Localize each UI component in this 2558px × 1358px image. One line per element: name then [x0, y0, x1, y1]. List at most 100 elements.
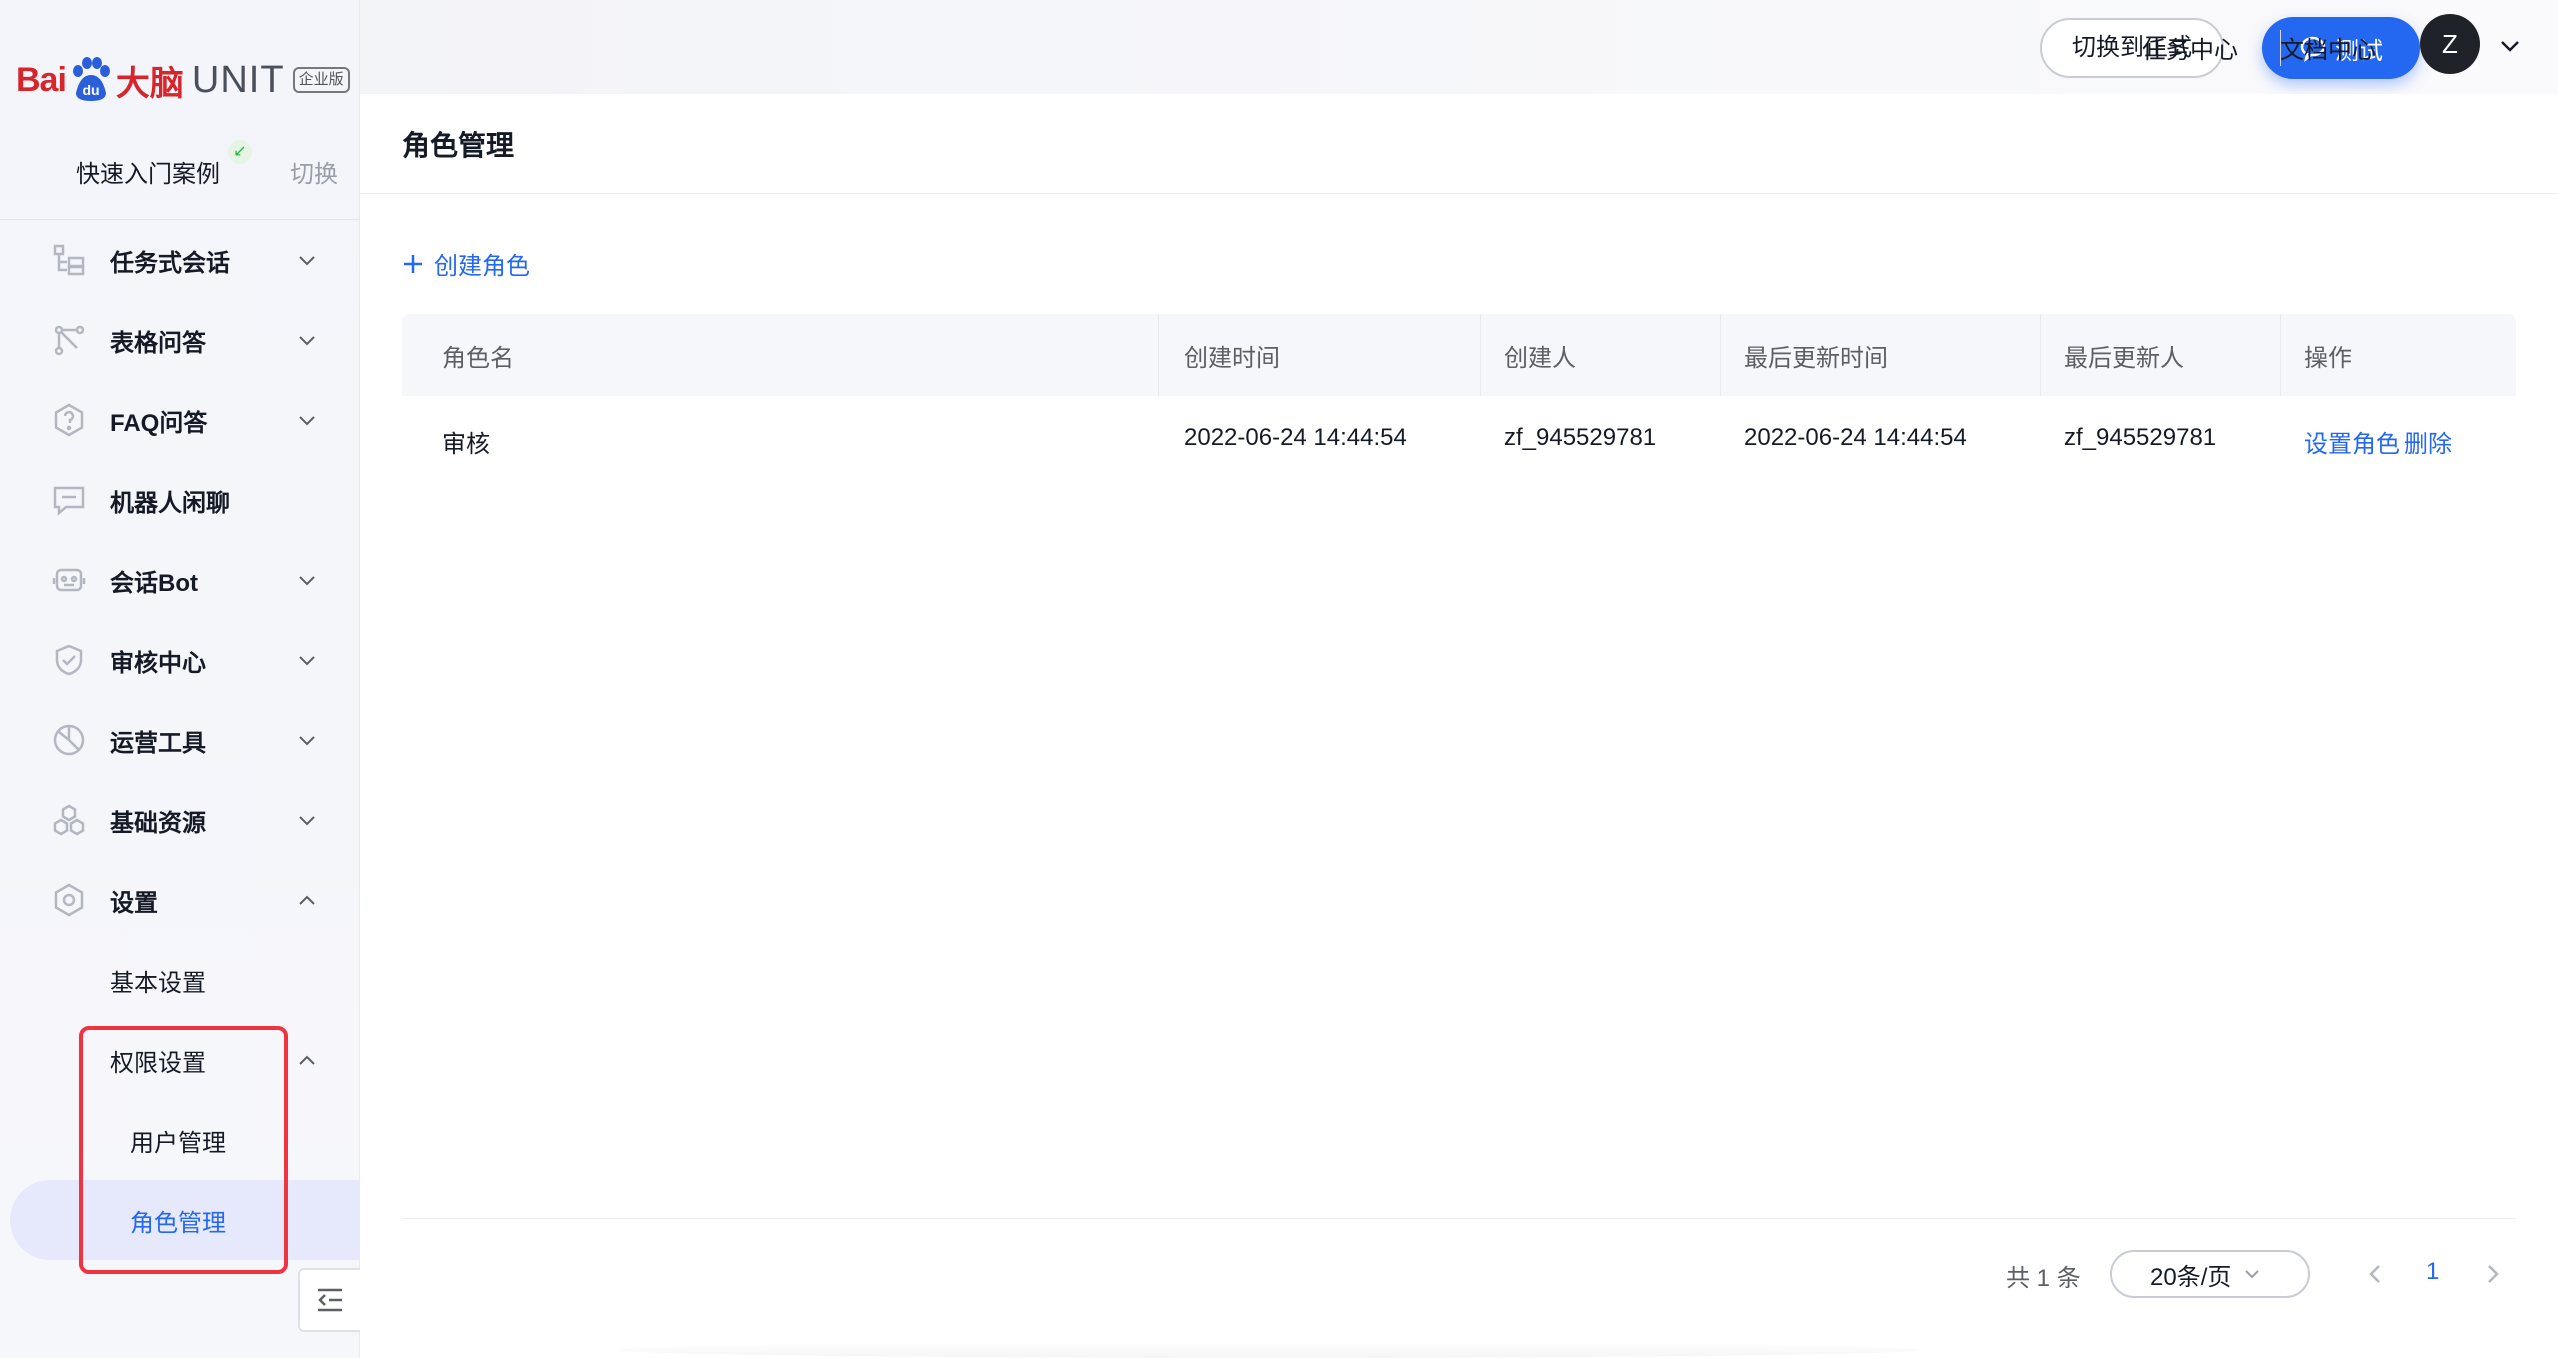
sidebar-item-label: 权限设置 [110, 1049, 206, 1077]
sidebar-item-operation-tools[interactable]: 运营工具 [0, 700, 360, 780]
column-divider [2040, 314, 2041, 396]
sidebar-item-faq[interactable]: FAQ问答 [0, 380, 360, 460]
column-header: 创建时间 [1184, 344, 1280, 372]
column-header: 创建人 [1504, 344, 1576, 372]
baidu-paw-icon: du [68, 57, 114, 103]
project-link-icon[interactable]: ↙ [228, 140, 252, 164]
column-divider [1720, 314, 1721, 396]
updater-cell: zf_945529781 [2064, 424, 2217, 451]
column-header: 最后更新时间 [1744, 344, 1888, 372]
page-size-select[interactable]: 20条/页 [2110, 1250, 2310, 1298]
logo-du-text: du [82, 82, 99, 98]
sidebar-item-label: 任务式会话 [110, 249, 230, 277]
page-size-value: 20条/页 [2150, 1263, 2232, 1291]
delete-link[interactable]: 删除 [2404, 424, 2452, 459]
create-role-button[interactable]: 创建角色 [402, 246, 530, 281]
plus-icon [404, 254, 422, 273]
product-name: UNIT [191, 58, 285, 101]
table-header: 角色名 创建时间 创建人 最后更新时间 最后更新人 操作 [402, 314, 2516, 396]
sidebar-item-base-resources[interactable]: 基础资源 [0, 780, 360, 860]
chevron-down-icon [299, 336, 315, 346]
chevron-down-icon [299, 656, 315, 666]
table-qa-icon [52, 323, 86, 357]
project-switch-button[interactable]: 切换 [290, 154, 338, 189]
project-name: 快速入门案例 [76, 161, 220, 188]
bottom-shadow [620, 1342, 1920, 1358]
chevron-down-icon [299, 816, 315, 826]
edition-badge: 企业版 [292, 67, 350, 93]
baidu-unit-logo[interactable]: Bai du 大脑 UNIT 企业版 [16, 50, 350, 110]
updated-at-cell: 2022-06-24 14:44:54 [1744, 424, 1967, 451]
chevron-down-icon [299, 416, 315, 426]
chat-icon [52, 483, 86, 517]
page-number-current[interactable]: 1 [2426, 1258, 2439, 1286]
sidebar-item-review-center[interactable]: 审核中心 [0, 620, 360, 700]
project-selector: 快速入门案例 ↙ 切换 [0, 140, 360, 220]
column-header: 操作 [2304, 344, 2352, 372]
column-divider [2280, 314, 2281, 396]
sidebar-item-label: 表格问答 [110, 329, 206, 357]
sidebar-item-permission-settings[interactable]: 权限设置 [0, 1020, 360, 1100]
pagination-divider [402, 1218, 2516, 1219]
column-divider [1480, 314, 1481, 396]
sidebar-item-chitchat[interactable]: 机器人闲聊 [0, 460, 360, 540]
sidebar-menu: 任务式会话 表格问答 FAQ问答 机器人闲聊 会话Bot 审核中心 运营工具 基… [0, 220, 360, 1260]
sidebar-item-label: 基础资源 [110, 809, 206, 837]
sidebar-item-label: 运营工具 [110, 729, 206, 757]
sidebar-item-task-dialog[interactable]: 任务式会话 [0, 220, 360, 300]
column-header: 最后更新人 [2064, 344, 2184, 372]
sidebar-item-label: 会话Bot [110, 569, 198, 597]
sidebar-item-bot[interactable]: 会话Bot [0, 540, 360, 620]
prev-page-icon[interactable] [2362, 1260, 2390, 1288]
sidebar-item-basic-settings[interactable]: 基本设置 [0, 940, 360, 1020]
avatar[interactable]: Z [2420, 14, 2480, 74]
settings-icon [52, 883, 86, 917]
column-header: 角色名 [442, 344, 514, 372]
resource-icon [52, 803, 86, 837]
chevron-down-icon [299, 736, 315, 746]
set-role-link[interactable]: 设置角色 [2304, 424, 2400, 459]
logo-bai-text: Bai [16, 60, 67, 99]
sidebar-item-label: 基本设置 [110, 969, 206, 997]
created-at-cell: 2022-06-24 14:44:54 [1184, 424, 1407, 451]
main-content: 创建角色 角色名 创建时间 创建人 最后更新时间 最后更新人 操作 审核 202… [360, 194, 2558, 1358]
sidebar: Bai du 大脑 UNIT 企业版 快速入门案例 ↙ 切换 任务式会话 表格问… [0, 0, 362, 1358]
faq-icon [52, 403, 86, 437]
sidebar-item-user-management[interactable]: 用户管理 [0, 1100, 360, 1180]
sidebar-item-settings[interactable]: 设置 [0, 860, 360, 940]
bot-icon [52, 563, 86, 597]
pagination-total: 共 1 条 [2006, 1265, 2081, 1292]
creator-cell: zf_945529781 [1504, 424, 1657, 451]
role-name-cell: 审核 [442, 431, 490, 458]
next-page-icon[interactable] [2478, 1260, 2506, 1288]
role-table: 角色名 创建时间 创建人 最后更新时间 最后更新人 操作 审核 2022-06-… [402, 314, 2516, 480]
sidebar-item-role-management[interactable]: 角色管理 [10, 1180, 360, 1260]
sidebar-item-label: FAQ问答 [110, 409, 208, 437]
sidebar-item-label: 角色管理 [130, 1209, 226, 1237]
sidebar-item-label: 机器人闲聊 [110, 489, 230, 517]
sidebar-item-table-qa[interactable]: 表格问答 [0, 300, 360, 380]
sidebar-collapse-button[interactable] [298, 1268, 362, 1332]
doc-center-link[interactable]: 文档中心 [2280, 30, 2376, 65]
sidebar-item-label: 用户管理 [130, 1129, 226, 1157]
task-center-link[interactable]: 任务中心 [2142, 30, 2238, 65]
top-bar: 切换到正式 测试 任务中心 文档中心 Z [360, 0, 2558, 94]
create-role-label: 创建角色 [434, 253, 530, 280]
sidebar-item-label: 设置 [110, 889, 158, 917]
chevron-down-icon[interactable] [2498, 34, 2522, 58]
chevron-up-icon [299, 895, 315, 905]
page-title: 角色管理 [402, 130, 515, 161]
chevron-up-icon [299, 1055, 315, 1065]
sidebar-item-label: 审核中心 [110, 649, 206, 677]
shield-icon [52, 643, 86, 677]
chevron-down-icon [299, 256, 315, 266]
operation-icon [52, 723, 86, 757]
collapse-icon [318, 1288, 342, 1312]
logo-danao-text: 大脑 [115, 64, 184, 103]
chevron-down-icon [299, 576, 315, 586]
column-divider [1158, 314, 1159, 396]
task-dialog-icon [52, 243, 86, 277]
chevron-down-icon [2245, 1270, 2260, 1279]
table-row: 审核 2022-06-24 14:44:54 zf_945529781 2022… [402, 396, 2516, 480]
page-header: 角色管理 [360, 94, 2558, 194]
